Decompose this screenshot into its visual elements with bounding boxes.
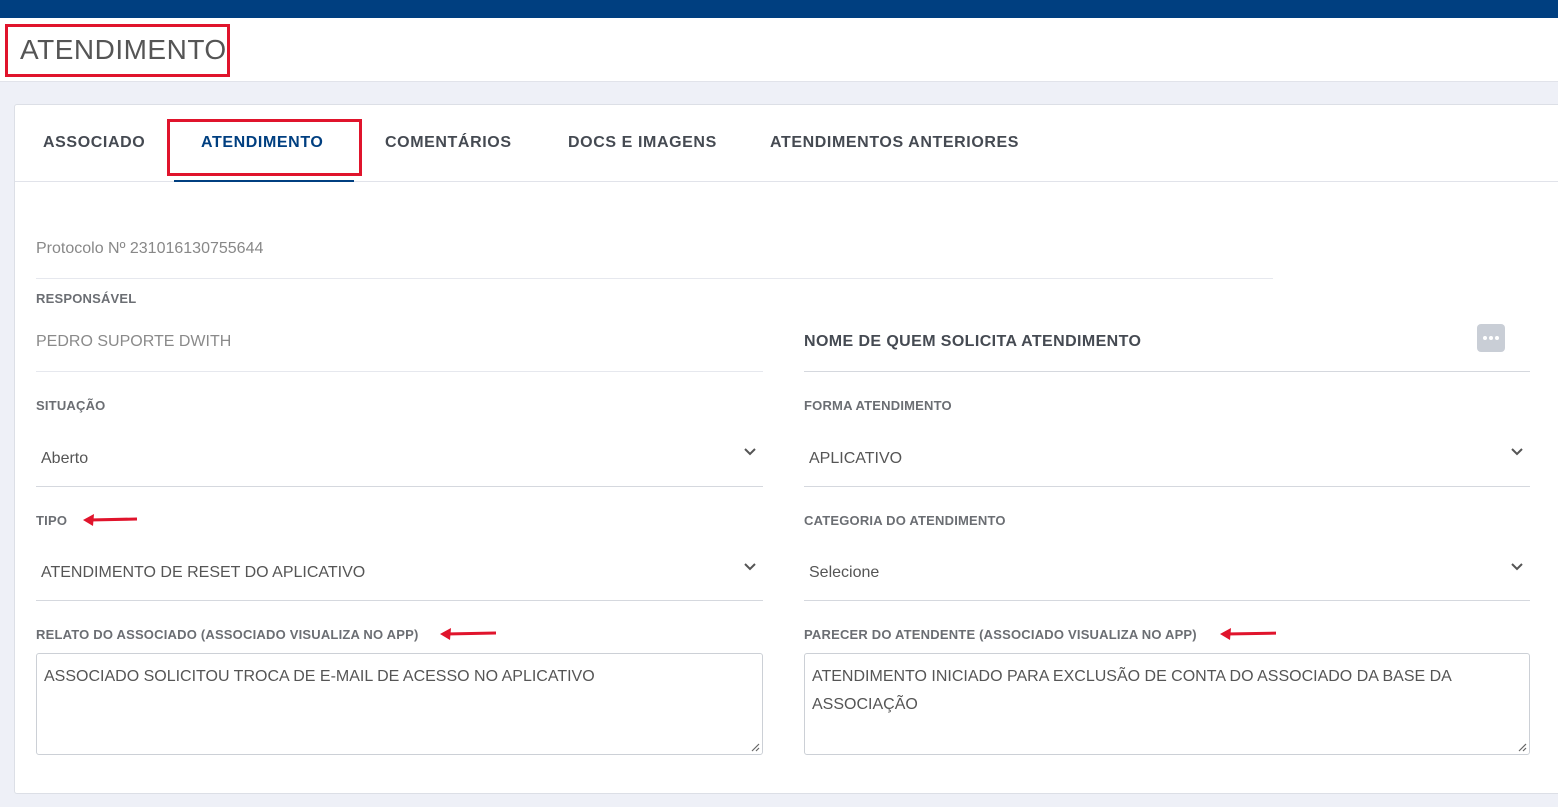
relato-textarea[interactable]: ASSOCIADO SOLICITOU TROCA DE E-MAIL DE A… [36,653,763,755]
parecer-label: PARECER DO ATENDENTE (ASSOCIADO VISUALIZ… [804,627,1197,642]
chevron-down-icon[interactable] [1510,447,1524,457]
chevron-down-icon[interactable] [743,447,757,457]
more-dots-icon[interactable] [1477,324,1505,352]
red-arrow-icon [440,628,496,640]
main-card: ASSOCIADO ATENDIMENTO COMENTÁRIOS DOCS E… [14,104,1558,794]
forma-underline [804,486,1530,487]
forma-label: FORMA ATENDIMENTO [804,398,952,413]
top-bar [0,0,1558,18]
tab-atendimentos-anteriores[interactable]: ATENDIMENTOS ANTERIORES [770,134,1019,152]
resize-grip-icon[interactable] [1517,742,1527,752]
categoria-label: CATEGORIA DO ATENDIMENTO [804,513,1006,528]
situacao-label: SITUAÇÃO [36,398,106,413]
forma-select[interactable]: APLICATIVO [809,450,902,468]
active-tab-underline [174,180,354,182]
tipo-underline [36,600,763,601]
responsavel-label: RESPONSÁVEL [36,291,137,306]
responsavel-value: PEDRO SUPORTE DWITH [36,333,232,350]
categoria-select[interactable]: Selecione [809,564,879,582]
title-highlight-box [5,24,230,77]
situacao-select[interactable]: Aberto [41,450,88,468]
chevron-down-icon[interactable] [1510,562,1524,572]
solicitante-field[interactable]: NOME DE QUEM SOLICITA ATENDIMENTO [804,333,1141,351]
protocol-number: Protocolo Nº 231016130755644 [36,240,264,257]
categoria-underline [804,600,1530,601]
situacao-underline [36,486,763,487]
tab-docs-imagens[interactable]: DOCS E IMAGENS [568,134,717,152]
relato-label: RELATO DO ASSOCIADO (ASSOCIADO VISUALIZA… [36,627,419,642]
divider [36,278,1273,279]
page-header: ATENDIMENTO [0,18,1558,82]
relato-text: ASSOCIADO SOLICITOU TROCA DE E-MAIL DE A… [44,668,595,685]
parecer-text-line2: ASSOCIAÇÃO [812,696,918,713]
red-arrow-icon [1220,628,1276,640]
solicitante-underline [804,371,1530,372]
parecer-text-line1: ATENDIMENTO INICIADO PARA EXCLUSÃO DE CO… [812,668,1452,685]
chevron-down-icon[interactable] [743,562,757,572]
tipo-select[interactable]: ATENDIMENTO DE RESET DO APLICATIVO [41,564,365,582]
tab-associado[interactable]: ASSOCIADO [43,134,145,152]
red-arrow-icon [83,514,138,526]
tipo-label: TIPO [36,513,68,528]
resize-grip-icon[interactable] [750,742,760,752]
parecer-textarea[interactable]: ATENDIMENTO INICIADO PARA EXCLUSÃO DE CO… [804,653,1530,755]
tab-comentarios[interactable]: COMENTÁRIOS [385,134,512,152]
responsavel-underline [36,371,763,372]
tab-highlight-box [167,119,362,176]
